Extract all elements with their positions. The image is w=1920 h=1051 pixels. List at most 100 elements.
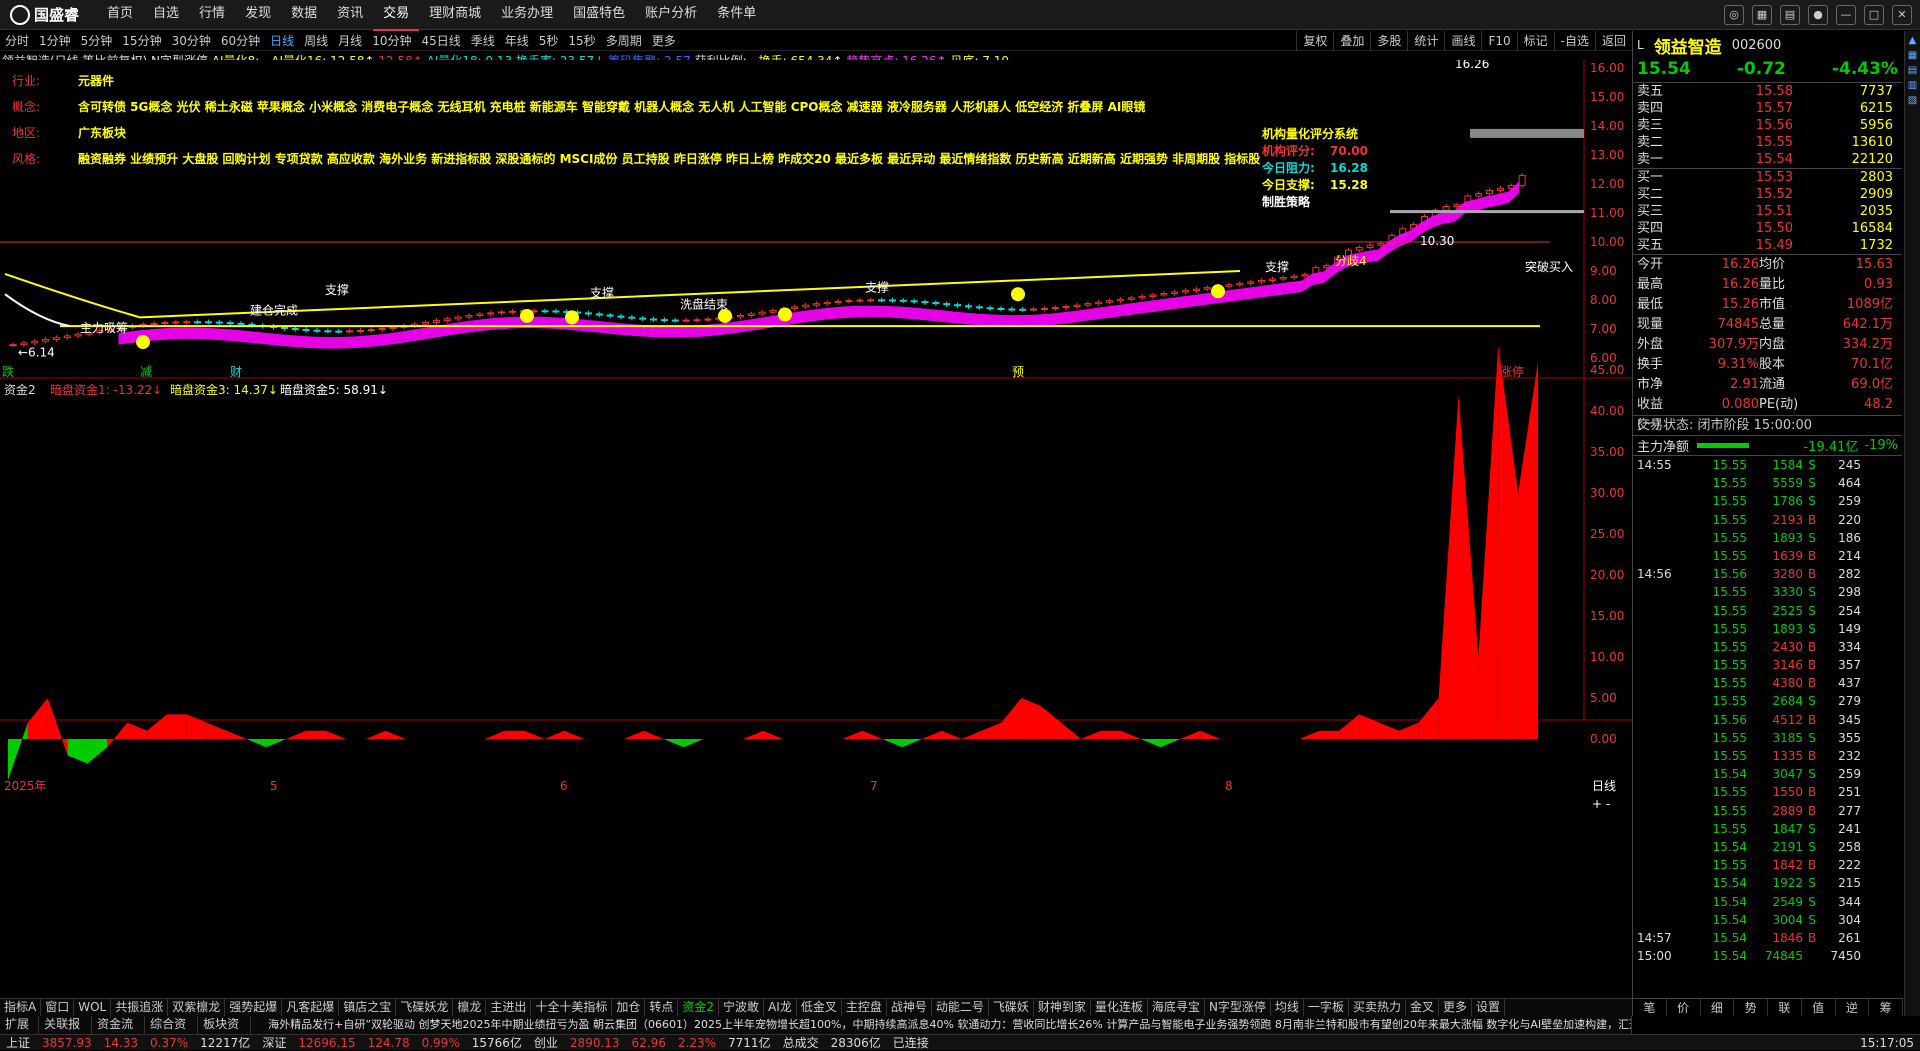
tick-volume: 3146 bbox=[1747, 656, 1803, 674]
menu-item[interactable]: 行情 bbox=[189, 0, 235, 31]
indicator-tab[interactable]: WOL bbox=[74, 999, 111, 1016]
toolbar-button[interactable]: 返回 bbox=[1595, 31, 1632, 51]
extension-tab[interactable]: 板块资讯 bbox=[198, 1016, 251, 1034]
indicator-tab[interactable]: 主进出 bbox=[486, 999, 531, 1016]
indicator-tab[interactable]: 共振追涨 bbox=[111, 999, 168, 1016]
indicator-tab[interactable]: AI龙 bbox=[764, 999, 797, 1016]
menu-item[interactable]: 交易 bbox=[373, 0, 419, 31]
indicator-tab[interactable]: 量化连板 bbox=[1091, 999, 1148, 1016]
skin-icon[interactable]: ▦ bbox=[1752, 5, 1772, 25]
indicator-tab[interactable]: 财神到家 bbox=[1034, 999, 1091, 1016]
toolbar-button[interactable]: 画线 bbox=[1444, 31, 1481, 51]
indicator-tab[interactable]: 窗口 bbox=[41, 999, 74, 1016]
menu-item[interactable]: 发现 bbox=[235, 0, 281, 31]
toolbar-button[interactable]: 多股 bbox=[1370, 31, 1407, 51]
indicator-tab[interactable]: 更多 bbox=[1439, 999, 1472, 1016]
menu-item[interactable]: 数据 bbox=[281, 0, 327, 31]
period-tab[interactable]: 45日线 bbox=[416, 32, 465, 49]
period-tab[interactable]: 5分钟 bbox=[76, 32, 118, 49]
side-tool-icon[interactable]: ▦ bbox=[1905, 50, 1920, 61]
indicator-tab[interactable]: 设置 bbox=[1472, 999, 1505, 1016]
indicator-tab[interactable]: 金叉 bbox=[1406, 999, 1439, 1016]
menu-item[interactable]: 首页 bbox=[97, 0, 143, 31]
side-arrow-icon[interactable]: ▲ bbox=[1905, 35, 1920, 46]
indicator-tab[interactable]: N字型涨停 bbox=[1205, 999, 1271, 1016]
extension-tab[interactable]: 关联报价 bbox=[39, 1016, 92, 1034]
menu-item[interactable]: 自选 bbox=[143, 0, 189, 31]
indicator-tab[interactable]: 飞碟妖龙 bbox=[396, 999, 453, 1016]
period-tab[interactable]: 10分钟 bbox=[367, 32, 416, 49]
period-tab[interactable]: 分时 bbox=[0, 32, 34, 49]
minimize-icon[interactable]: — bbox=[1836, 5, 1856, 25]
indicator-tab[interactable]: 动能二号 bbox=[932, 999, 989, 1016]
period-tab[interactable]: 多周期 bbox=[601, 32, 647, 49]
period-tab[interactable]: 1分钟 bbox=[34, 32, 76, 49]
extension-tab[interactable]: 综合资讯 bbox=[145, 1016, 198, 1034]
tools-icon[interactable]: ▤ bbox=[1780, 5, 1800, 25]
indicator-tab[interactable]: 檩龙 bbox=[453, 999, 486, 1016]
maximize-icon[interactable]: □ bbox=[1864, 5, 1884, 25]
period-tab[interactable]: 15秒 bbox=[563, 32, 600, 49]
menu-item[interactable]: 国盛特色 bbox=[563, 0, 635, 31]
period-tab[interactable]: 周线 bbox=[299, 32, 333, 49]
side-tool-icon[interactable]: ▥ bbox=[1905, 80, 1920, 91]
period-tab[interactable]: 60分钟 bbox=[216, 32, 265, 49]
quote-tab[interactable]: 细 bbox=[1701, 999, 1735, 1016]
menu-item[interactable]: 理财商城 bbox=[419, 0, 491, 31]
period-tab[interactable]: 5秒 bbox=[534, 32, 564, 49]
quote-tab[interactable]: 势 bbox=[1734, 999, 1768, 1016]
indicator-tab[interactable]: 资金2 bbox=[678, 999, 719, 1016]
indicator-tab[interactable]: 加仓 bbox=[612, 999, 645, 1016]
extension-tab[interactable]: 资金流向 bbox=[92, 1016, 145, 1034]
quote-tab[interactable]: 联 bbox=[1768, 999, 1802, 1016]
indicator-tab[interactable]: 强势起爆 bbox=[225, 999, 282, 1016]
menu-item[interactable]: 账户分析 bbox=[635, 0, 707, 31]
quote-tab[interactable]: 价 bbox=[1667, 999, 1701, 1016]
indicator-tab[interactable]: 指标A bbox=[0, 999, 41, 1016]
menu-item[interactable]: 资讯 bbox=[327, 0, 373, 31]
indicator-tab[interactable]: 低金叉 bbox=[797, 999, 842, 1016]
period-tab[interactable]: 更多 bbox=[647, 32, 681, 49]
menu-item[interactable]: 业务办理 bbox=[491, 0, 563, 31]
toolbar-button[interactable]: 标记 bbox=[1517, 31, 1554, 51]
side-tool-icon[interactable]: ▤ bbox=[1905, 65, 1920, 76]
message-icon[interactable]: ◎ bbox=[1724, 5, 1744, 25]
tick-row: 15.55 1335 B 232 bbox=[1633, 747, 1902, 765]
close-icon[interactable]: ✕ bbox=[1892, 5, 1912, 25]
indicator-tab[interactable]: 转点 bbox=[645, 999, 678, 1016]
menu-item[interactable]: 条件单 bbox=[707, 0, 766, 31]
quote-tab[interactable]: 逆 bbox=[1836, 999, 1870, 1016]
indicator-tab[interactable]: 镇店之宝 bbox=[339, 999, 396, 1016]
period-tab[interactable]: 月线 bbox=[333, 32, 367, 49]
period-tab[interactable]: 年线 bbox=[500, 32, 534, 49]
period-tab[interactable]: 日线 bbox=[265, 32, 299, 49]
period-tab[interactable]: 季线 bbox=[466, 32, 500, 49]
indicator-tab[interactable]: 海底寻宝 bbox=[1148, 999, 1205, 1016]
indicator-tab[interactable]: 双紫檩龙 bbox=[168, 999, 225, 1016]
indicator-tab[interactable]: 十全十美指标 bbox=[531, 999, 612, 1016]
indicator-tab[interactable]: 飞碟妖 bbox=[989, 999, 1034, 1016]
indicator-tab[interactable]: 凡客起爆 bbox=[282, 999, 339, 1016]
indicator-tab[interactable]: 均线 bbox=[1271, 999, 1304, 1016]
indicator-tab[interactable]: 主控盘 bbox=[842, 999, 887, 1016]
toolbar-button[interactable]: 复权 bbox=[1296, 31, 1333, 51]
zoom-buttons[interactable]: + - bbox=[1592, 797, 1610, 811]
news-ticker[interactable]: 海外精品发行+自研”双轮驱动 创梦天地2025年中期业绩扭亏为盈 朝云集团（06… bbox=[263, 1016, 1632, 1034]
indicator-tab[interactable]: 宁波敢 bbox=[719, 999, 764, 1016]
indicator-tab[interactable]: 战神号 bbox=[887, 999, 932, 1016]
chart-area[interactable]: 16.00 15.00 14.00 13.00 12.00 11.00 10.00 9.00 8… bbox=[0, 60, 1632, 998]
indicator-tab[interactable]: 一字板 bbox=[1304, 999, 1349, 1016]
indicator-tab[interactable]: 买卖热力 bbox=[1349, 999, 1406, 1016]
period-tab[interactable]: 30分钟 bbox=[167, 32, 216, 49]
toolbar-button[interactable]: 叠加 bbox=[1333, 31, 1370, 51]
user-icon[interactable]: ● bbox=[1808, 5, 1828, 25]
extension-tab[interactable]: 扩展A bbox=[0, 1016, 39, 1034]
toolbar-button[interactable]: -自选 bbox=[1554, 31, 1595, 51]
quote-tab[interactable]: 值 bbox=[1802, 999, 1836, 1016]
quote-tab[interactable]: 笔 bbox=[1633, 999, 1667, 1016]
toolbar-button[interactable]: F10 bbox=[1481, 31, 1516, 51]
period-tab[interactable]: 15分钟 bbox=[117, 32, 166, 49]
side-tool-icon[interactable]: ▧ bbox=[1905, 95, 1920, 106]
quote-tab[interactable]: 筹 bbox=[1869, 999, 1903, 1016]
toolbar-button[interactable]: 统计 bbox=[1407, 31, 1444, 51]
